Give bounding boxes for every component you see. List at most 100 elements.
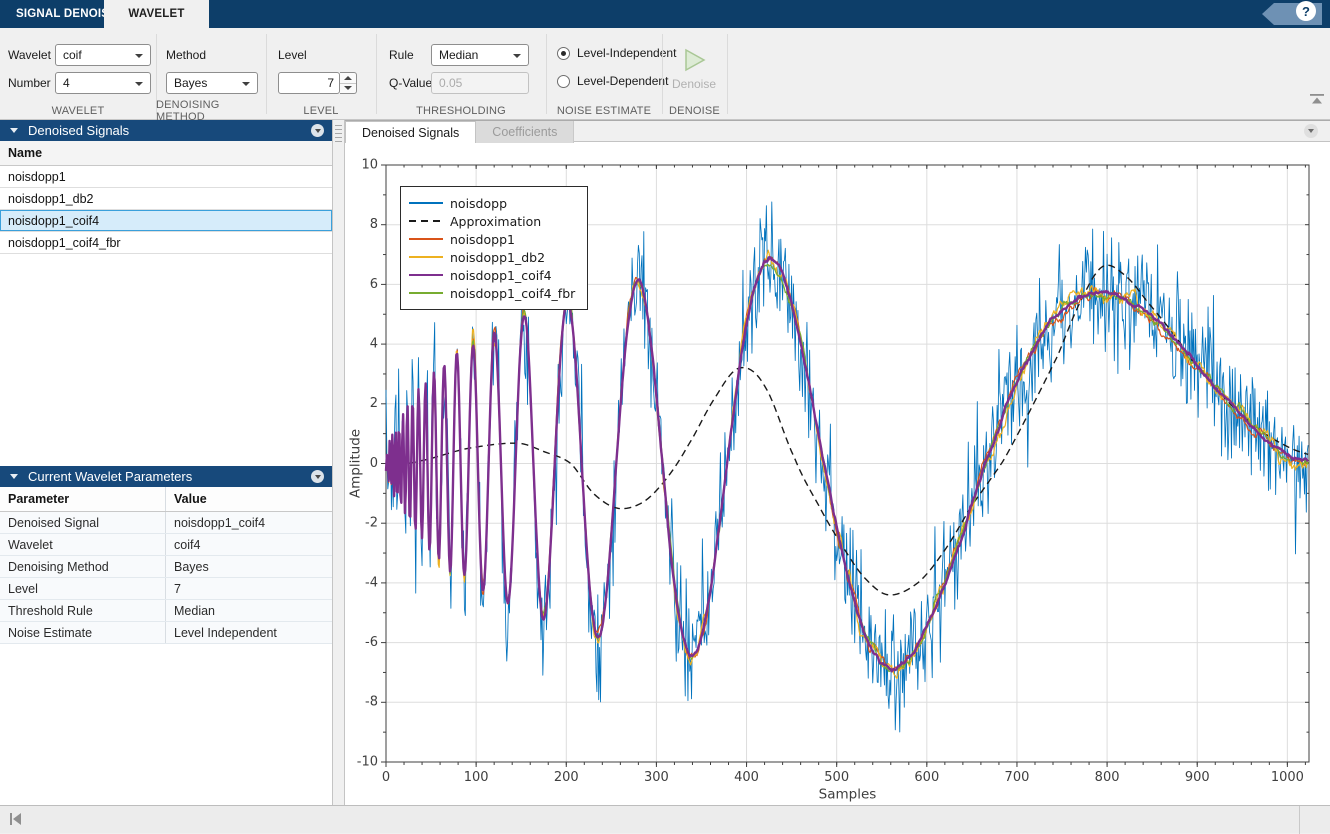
panel-title: Current Wavelet Parameters [28, 469, 192, 484]
wavelet-dropdown-value: coif [63, 48, 82, 62]
legend-label: noisdopp1_coif4_fbr [450, 286, 575, 301]
plot-legend[interactable]: noisdopp Approximation noisdopp1 noisdopp1_… [400, 186, 588, 310]
rule-label: Rule [389, 44, 414, 66]
parameter-row: Noise EstimateLevel Independent [0, 622, 332, 644]
collapse-caret-icon[interactable] [10, 474, 18, 479]
section-divider [727, 34, 728, 114]
chevron-down-icon [135, 54, 143, 58]
denoise-button[interactable]: Denoise [667, 36, 721, 102]
figure-area: Denoised SignalsCoefficients noisdopp App… [345, 120, 1330, 805]
section-divider [376, 34, 377, 114]
parameter-value: noisdopp1_coif4 [166, 512, 332, 533]
signals-column-header: Name [0, 141, 332, 166]
legend-line-sample [409, 238, 443, 240]
collapse-toolstrip-icon[interactable] [1310, 94, 1324, 104]
number-dropdown-value: 4 [63, 76, 70, 90]
value-column-header: Value [166, 487, 332, 511]
help-icon[interactable]: ? [1296, 1, 1316, 21]
qvalue-label: Q-Value [389, 72, 432, 94]
qvalue-field: 0.05 [431, 72, 529, 94]
legend-line-sample [409, 220, 443, 222]
left-panel: Denoised Signals Name noisdopp1noisdopp1… [0, 120, 333, 805]
signal-list-item[interactable]: noisdopp1_coif4 [0, 210, 332, 232]
parameter-value: 7 [166, 578, 332, 599]
parameter-row: Denoised Signalnoisdopp1_coif4 [0, 512, 332, 534]
panel-menu-icon[interactable] [311, 470, 324, 483]
denoised-signals-panel-header[interactable]: Denoised Signals [0, 120, 332, 141]
legend-line-sample [409, 274, 443, 277]
status-bar-divider [1299, 806, 1300, 834]
method-dropdown-value: Bayes [174, 76, 207, 90]
rule-dropdown-value: Median [439, 48, 478, 62]
figure-tab-coefficients[interactable]: Coefficients [476, 121, 574, 143]
chevron-down-icon [135, 82, 143, 86]
method-dropdown[interactable]: Bayes [166, 72, 258, 94]
level-stepper[interactable] [340, 72, 357, 94]
denoised-signals-plot: noisdopp Approximation noisdopp1 noisdopp1_… [345, 142, 1330, 805]
play-icon [681, 47, 707, 73]
level-label: Level [278, 44, 307, 66]
level-field[interactable]: 7 [278, 72, 340, 94]
denoise-button-label: Denoise [672, 77, 716, 91]
radio-circle-icon[interactable] [557, 75, 570, 88]
parameters-table: Denoised Signalnoisdopp1_coif4Waveletcoi… [0, 512, 332, 644]
section-caption-denoising-method: DENOISING METHOD [156, 104, 266, 118]
radio-label: Level-Dependent [577, 74, 668, 88]
parameter-name: Denoising Method [0, 556, 166, 577]
parameters-table-header: Parameter Value [0, 487, 332, 512]
spinner-down-icon[interactable] [340, 84, 356, 94]
parameter-row: Denoising MethodBayes [0, 556, 332, 578]
method-label: Method [166, 44, 206, 66]
section-divider [546, 34, 547, 114]
rule-dropdown[interactable]: Median [431, 44, 529, 66]
legend-label: Approximation [450, 214, 541, 229]
legend-item: noisdopp1 [409, 230, 575, 248]
number-label: Number [8, 72, 51, 94]
legend-label: noisdopp [450, 196, 507, 211]
radio-level-independent[interactable]: Level-Independent [557, 45, 676, 61]
radio-circle-icon[interactable] [557, 47, 570, 60]
section-divider [662, 34, 663, 114]
radio-level-dependent[interactable]: Level-Dependent [557, 73, 668, 89]
section-divider [266, 34, 267, 114]
figure-menu-icon[interactable] [1304, 124, 1318, 138]
parameter-row: Waveletcoif4 [0, 534, 332, 556]
parameter-row: Threshold RuleMedian [0, 600, 332, 622]
parameter-value: Level Independent [166, 622, 332, 643]
legend-line-sample [409, 256, 443, 258]
parameter-value: coif4 [166, 534, 332, 555]
figure-tabstrip: Denoised SignalsCoefficients [345, 120, 1330, 142]
parameter-value: Median [166, 600, 332, 621]
panel-menu-icon[interactable] [311, 124, 324, 137]
section-caption-wavelet: WAVELET [0, 104, 156, 118]
legend-line-sample [409, 202, 443, 204]
parameter-name: Noise Estimate [0, 622, 166, 643]
wavelet-parameters-panel-header[interactable]: Current Wavelet Parameters [0, 466, 332, 487]
section-caption-level: LEVEL [266, 104, 376, 118]
signal-list-item[interactable]: noisdopp1 [0, 166, 332, 188]
splitter-grip[interactable] [335, 125, 342, 145]
panel-splitter[interactable] [333, 120, 345, 805]
number-dropdown[interactable]: 4 [55, 72, 151, 94]
wavelet-label: Wavelet [8, 44, 51, 66]
chevron-down-icon [242, 82, 250, 86]
legend-item: Approximation [409, 212, 575, 230]
signal-list-item[interactable]: noisdopp1_db2 [0, 188, 332, 210]
collapse-panel-icon[interactable] [10, 813, 21, 825]
legend-item: noisdopp [409, 194, 575, 212]
legend-label: noisdopp1_coif4 [450, 268, 552, 283]
tab-wavelet[interactable]: WAVELET [104, 0, 209, 28]
signals-list: noisdopp1noisdopp1_db2noisdopp1_coif4noi… [0, 166, 332, 254]
section-caption-denoise: DENOISE [662, 104, 727, 118]
legend-label: noisdopp1_db2 [450, 250, 545, 265]
figure-tab-denoised-signals[interactable]: Denoised Signals [345, 121, 476, 143]
spinner-up-icon[interactable] [340, 73, 356, 84]
legend-line-sample [409, 292, 443, 294]
panel-title: Denoised Signals [28, 123, 129, 138]
legend-item: noisdopp1_coif4 [409, 266, 575, 284]
parameter-name: Threshold Rule [0, 600, 166, 621]
wavelet-dropdown[interactable]: coif [55, 44, 151, 66]
collapse-caret-icon[interactable] [10, 128, 18, 133]
legend-label: noisdopp1 [450, 232, 515, 247]
signal-list-item[interactable]: noisdopp1_coif4_fbr [0, 232, 332, 254]
